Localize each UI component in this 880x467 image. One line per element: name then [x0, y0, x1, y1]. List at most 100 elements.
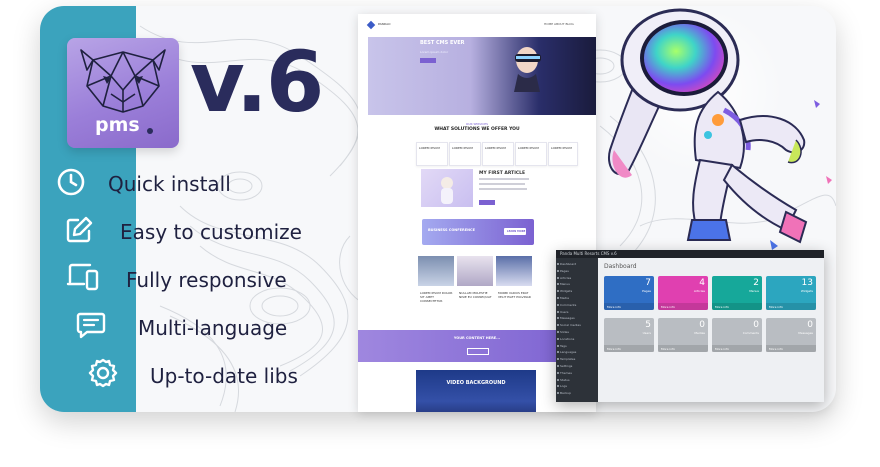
site-news-title: MORBI VARIUS ERAT VELIT EGET PULVINAR — [498, 291, 531, 299]
tile-footer: More info — [766, 345, 816, 352]
site-article-image — [421, 169, 473, 207]
site-hero — [368, 37, 596, 115]
admin-menu-icon — [557, 371, 559, 374]
site-solution-card: LOREM IPSUM — [515, 142, 547, 166]
site-nav-links: HOME ABOUT BLOG — [544, 22, 574, 26]
site-article-button — [479, 200, 495, 205]
logo-dot — [147, 128, 153, 134]
site-news-image — [418, 256, 454, 286]
admin-menu-icon — [557, 263, 559, 265]
site-video-title: VIDEO BACKGROUND — [446, 380, 506, 386]
admin-menu-icon — [557, 331, 559, 333]
tile-footer: More info — [658, 345, 708, 352]
admin-menu-item[interactable]: Backup — [560, 391, 571, 395]
admin-menu-item[interactable]: Settings — [560, 364, 572, 368]
site-brand: PANDAO — [378, 22, 391, 26]
site-hero-subtitle: Lorem ipsum dolor — [420, 50, 449, 54]
admin-menu-item[interactable]: Menus — [560, 282, 570, 286]
admin-menu-item[interactable]: Users — [560, 310, 568, 314]
site-solution-card: LOREM IPSUM — [449, 142, 481, 166]
admin-brand: Panda Multi Resorts CMS v.6 — [560, 251, 617, 256]
logo-wordmark: pms — [95, 114, 140, 136]
admin-menu-item[interactable]: Comments — [560, 303, 576, 307]
site-services-kicker: OUR SERVICES — [465, 122, 489, 126]
tile-footer: More info — [712, 303, 762, 310]
admin-dashboard-preview: Panda Multi Resorts CMS v.6 Dashboard Pag… — [556, 250, 824, 402]
site-solution-card: LOREM IPSUM — [482, 142, 514, 166]
admin-menu-icon — [557, 378, 559, 381]
admin-tile-widgets: 13 Widgets More info — [766, 276, 816, 310]
admin-menu-icon — [557, 297, 559, 299]
admin-menu-item[interactable]: Locations — [560, 337, 574, 341]
site-solution-card: LOREM IPSUM — [416, 142, 448, 166]
site-article-text-line — [479, 183, 525, 185]
admin-menu-icon — [557, 290, 559, 293]
feature-quick-install: Quick install — [108, 172, 231, 196]
site-hero-button — [420, 58, 436, 63]
admin-menu-item[interactable]: Articles — [560, 276, 571, 280]
admin-menu-icon — [557, 324, 559, 327]
admin-menu-item[interactable]: Logs — [560, 384, 567, 388]
admin-menu-icon — [557, 276, 559, 279]
admin-menu-icon — [557, 392, 559, 395]
admin-menu-icon — [557, 310, 559, 313]
gear-icon — [88, 358, 118, 388]
site-banner-title: BUSINESS CONFERENCE — [428, 228, 475, 232]
admin-menu-icon — [557, 351, 559, 354]
admin-topbar: Panda Multi Resorts CMS v.6 — [556, 250, 824, 258]
feature-multilanguage: Multi-language — [138, 316, 288, 340]
admin-menu-icon — [557, 269, 559, 272]
feature-easy-customize: Easy to customize — [120, 220, 302, 244]
admin-sidebar: Dashboard Pages Articles Menus Widgets Media C… — [556, 258, 598, 402]
version-label: v.6 — [190, 33, 324, 131]
admin-menu-item[interactable]: Languages — [560, 350, 576, 354]
admin-menu-icon — [557, 303, 559, 306]
admin-menu-item[interactable]: Status — [560, 378, 570, 382]
tile-footer: More info — [604, 303, 654, 310]
panda-logo-icon — [80, 49, 166, 113]
site-content-button — [467, 348, 489, 355]
tile-label: Menus — [749, 289, 759, 293]
admin-dashboard-heading: Dashboard — [604, 263, 637, 270]
tile-label: Pages — [642, 289, 651, 293]
admin-tile-pages: 7 Pages More info — [604, 276, 654, 310]
site-article-text-line — [479, 178, 529, 180]
admin-menu-item[interactable]: Social medias — [560, 323, 581, 327]
site-navbar: PANDAO HOME ABOUT BLOG — [358, 14, 596, 36]
site-solution-card: LOREM IPSUM — [548, 142, 578, 166]
admin-menu-item[interactable]: Themes — [560, 371, 572, 375]
tile-count: 13 — [801, 278, 813, 288]
chat-icon — [76, 312, 106, 339]
tile-label: Medias — [694, 331, 705, 335]
admin-menu-item[interactable]: Tags — [560, 344, 567, 348]
admin-menu-icon — [557, 358, 559, 361]
admin-menu-item[interactable]: Templates — [560, 357, 575, 361]
tile-label: Messages — [798, 331, 813, 335]
tile-label: Comments — [742, 331, 759, 335]
tile-label: Users — [642, 331, 651, 335]
edit-icon — [66, 216, 93, 243]
astronaut-illustration — [608, 8, 832, 250]
site-news-image — [496, 256, 532, 286]
tile-count: 7 — [645, 278, 651, 288]
clock-icon — [57, 168, 85, 196]
admin-menu-item[interactable]: Media — [560, 296, 569, 300]
admin-menu-item[interactable]: Slides — [560, 330, 569, 334]
feature-uptodate-libs: Up-to-date libs — [150, 364, 298, 388]
admin-menu-item[interactable]: Dashboard — [560, 262, 576, 266]
admin-menu-item[interactable]: Messages — [560, 316, 575, 320]
tile-label: Articles — [693, 289, 705, 293]
admin-menu-icon — [557, 317, 559, 320]
admin-menu-icon — [557, 344, 559, 347]
tile-count: 0 — [807, 320, 813, 330]
admin-menu-icon — [557, 283, 559, 286]
site-news-image — [457, 256, 493, 286]
admin-tile-articles: 4 Articles More info — [658, 276, 708, 310]
tile-count: 4 — [699, 278, 705, 288]
admin-menu-item[interactable]: Pages — [560, 269, 569, 273]
tile-footer: More info — [712, 345, 762, 352]
site-news-title: LOREM IPSUM DOLOR SIT AMET CONSECTETUR — [420, 291, 453, 303]
admin-tile-comments: 0 Comments More info — [712, 318, 762, 352]
devices-icon — [66, 263, 99, 291]
admin-menu-item[interactable]: Widgets — [560, 289, 572, 293]
